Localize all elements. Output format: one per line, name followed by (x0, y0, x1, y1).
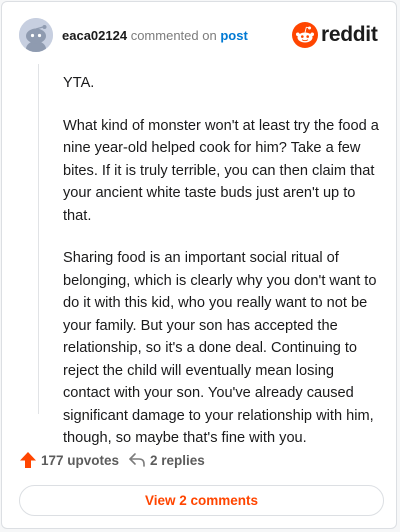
view-comments-button[interactable]: View 2 comments (19, 485, 384, 516)
upvote-count: 177 upvotes (41, 453, 120, 468)
comment-meta: eaca02124 commented on post (62, 28, 248, 43)
reply-count[interactable]: 2 replies (150, 453, 205, 468)
post-link[interactable]: post (220, 28, 247, 43)
snoo-avatar-icon (19, 18, 53, 52)
comment-body: YTA. What kind of monster won't at least… (63, 72, 384, 470)
comment-paragraph: YTA. (63, 75, 95, 91)
avatar[interactable] (19, 18, 53, 52)
comment-header: eaca02124 commented on post reddit (19, 18, 380, 54)
reddit-wordmark: reddit (321, 23, 378, 46)
username-link[interactable]: eaca02124 (62, 28, 127, 43)
thread-line (38, 64, 39, 414)
comment-paragraph: Sharing food is an important social ritu… (63, 250, 377, 446)
upvote-arrow-icon[interactable] (19, 451, 37, 469)
comment-actions: 177 upvotes 2 replies (19, 449, 389, 473)
action-text: commented on (130, 28, 217, 43)
comment-paragraph: What kind of monster won't at least try … (63, 117, 379, 224)
reddit-snoo-icon (292, 22, 318, 48)
reply-arrow-icon[interactable] (128, 452, 146, 468)
comment-card: eaca02124 commented on post reddit YTA. … (1, 1, 397, 529)
reddit-logo[interactable]: reddit (292, 22, 380, 50)
